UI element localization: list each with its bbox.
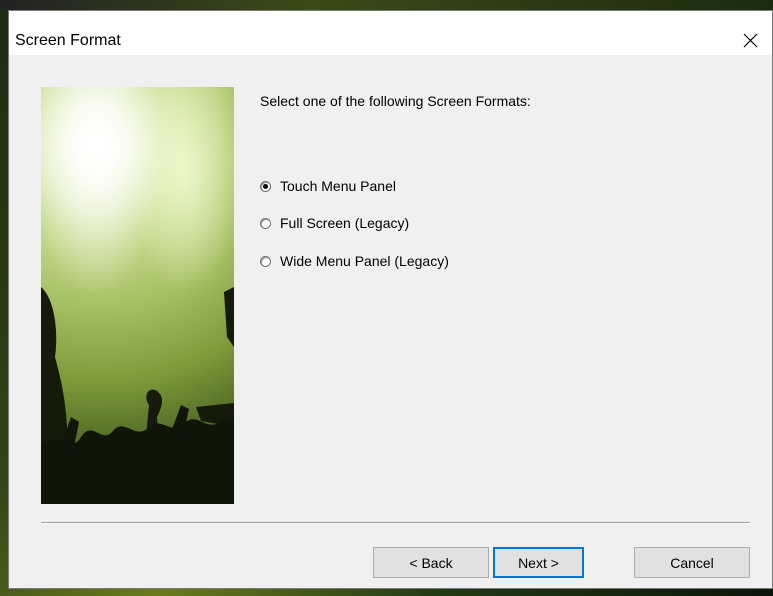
radio-full-screen-legacy[interactable]: Full Screen (Legacy) [260, 215, 409, 231]
next-button[interactable]: Next > [493, 547, 584, 578]
radio-button[interactable] [260, 255, 271, 267]
radio-wide-menu-panel-legacy[interactable]: Wide Menu Panel (Legacy) [260, 253, 449, 269]
screen-format-dialog: Screen Format Select one of the followin… [8, 10, 773, 589]
wizard-side-image [41, 87, 234, 504]
close-button[interactable] [728, 25, 772, 55]
desktop-background [0, 0, 773, 10]
radio-label: Touch Menu Panel [280, 178, 396, 194]
window-title: Screen Format [15, 32, 121, 49]
title-bar: Screen Format [9, 11, 772, 55]
close-icon [743, 33, 757, 47]
radio-label: Full Screen (Legacy) [280, 215, 410, 231]
radio-button[interactable] [260, 217, 271, 229]
cancel-button[interactable]: Cancel [634, 547, 750, 578]
radio-button-selected[interactable] [260, 180, 271, 192]
radio-touch-menu-panel[interactable]: Touch Menu Panel [260, 178, 396, 194]
radio-label: Wide Menu Panel (Legacy) [280, 253, 449, 269]
format-prompt: Select one of the following Screen Forma… [260, 93, 531, 109]
separator [41, 522, 750, 524]
back-button[interactable]: < Back [373, 547, 489, 578]
